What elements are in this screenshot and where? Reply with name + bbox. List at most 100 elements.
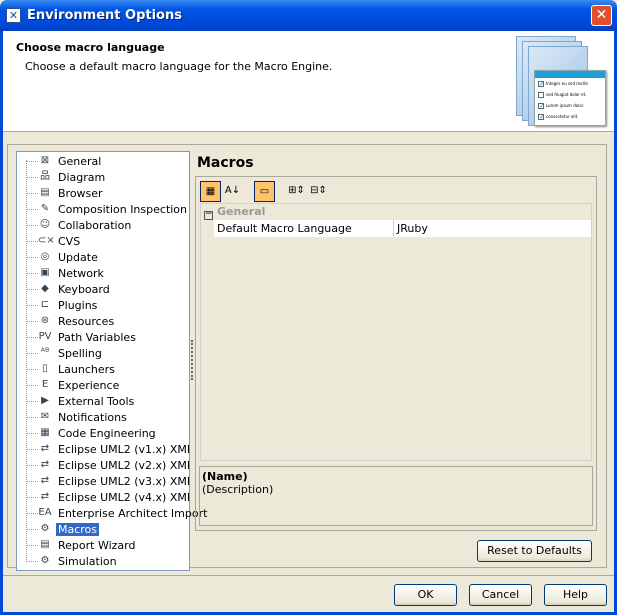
close-button[interactable]: ✕ [591,5,612,26]
tree-connector [26,208,38,210]
resources-icon: ⊛ [40,315,50,326]
simulation-icon: ⚙ [40,555,50,566]
tree-connector [26,256,38,258]
tree-item-label: Composition Inspection [58,202,188,216]
tree-item-collaboration[interactable]: ☺ Collaboration [17,217,133,233]
tree-connector [26,368,38,370]
code-engineering-icon: ▦ [40,427,50,438]
collaboration-icon: ☺ [39,219,51,230]
header-description: Choose a default macro language for the … [25,60,333,73]
update-icon: ◎ [40,251,50,262]
description-text: (Description) [202,483,274,496]
path-variables-icon: PV [38,331,52,342]
tree-item-general[interactable]: ⊠ General [17,153,103,169]
ok-button[interactable]: OK [394,584,457,606]
tree-connector [26,352,38,354]
tree-item-eclipse-uml2-v3-x-xmi[interactable]: ⇄ Eclipse UML2 (v3.x) XMI [17,473,192,489]
tree-item-label: Browser [58,186,103,200]
tree-item-label: General [58,154,102,168]
tree-item-plugins[interactable]: ⊏ Plugins [17,297,99,313]
tree-connector [26,384,38,386]
tree-item-code-engineering[interactable]: ▦ Code Engineering [17,425,158,441]
tree-item-label: Enterprise Architect Import [58,506,208,520]
collapse-all-button[interactable]: ⊟⇕ [308,181,329,202]
diagram-icon: 品 [40,171,50,182]
tree-item-spelling[interactable]: ᴬᴮ Spelling [17,345,104,361]
panel-title: Macros [197,155,254,171]
collapse-icon[interactable]: − [204,210,213,220]
tree-connector [26,224,38,226]
tree-item-label: Experience [58,378,120,392]
tree-connector [26,416,38,418]
tree-connector [26,496,38,498]
tree-item-eclipse-uml2-v4-x-xmi[interactable]: ⇄ Eclipse UML2 (v4.x) XMI [17,489,192,505]
expand-all-button[interactable]: ⊞⇕ [286,181,307,202]
launchers-icon: ▯ [42,363,48,374]
cancel-button[interactable]: Cancel [469,584,532,606]
category-general[interactable]: − General [204,205,265,220]
tree-item-label: Resources [58,314,115,328]
tree-connector [26,160,38,162]
tree-connector [26,432,38,434]
macros-icon: ⚙ [40,523,50,534]
property-row[interactable]: Default Macro Language JRuby [214,220,591,237]
property-value[interactable]: JRuby [394,220,428,237]
options-illustration-icon: ✓ Integer eu sed mollis sed feugiat dolor… [516,36,608,128]
tree-item-notifications[interactable]: ✉ Notifications [17,409,129,425]
header-panel: Choose macro language Choose a default m… [3,31,614,132]
show-description-button[interactable]: ▭ [254,181,275,202]
browser-icon: ▤ [40,187,50,198]
composition-inspection-icon: ✎ [40,203,50,214]
tree-item-launchers[interactable]: ▯ Launchers [17,361,117,377]
splitter-handle[interactable] [191,340,194,380]
divider [3,575,614,576]
tree-item-label: Update [58,250,98,264]
tree-connector [26,192,38,194]
plugins-icon: ⊏ [40,299,50,310]
tree-item-label: Eclipse UML2 (v1.x) XMI [58,442,191,456]
tree-item-experience[interactable]: E Experience [17,377,121,393]
categorized-view-button[interactable]: ▦ [200,181,221,202]
general-icon: ⊠ [40,155,50,166]
tree-item-browser[interactable]: ▤ Browser [17,185,105,201]
tree-item-simulation[interactable]: ⚙ Simulation [17,553,119,569]
experience-icon: E [41,379,49,390]
options-tree[interactable]: ⊠ General 品 Diagram ▤ Browser ✎ Composition Ins… [16,151,207,571]
tree-item-external-tools[interactable]: ▶ External Tools [17,393,136,409]
tree-connector [26,304,38,306]
tree-item-eclipse-uml2-v1-x-xmi[interactable]: ⇄ Eclipse UML2 (v1.x) XMI [17,441,192,457]
tree-connector [26,336,38,338]
tree-item-resources[interactable]: ⊛ Resources [17,313,116,329]
tree-item-path-variables[interactable]: PV Path Variables [17,329,138,345]
tree-item-eclipse-uml2-v2-x-xmi[interactable]: ⇄ Eclipse UML2 (v2.x) XMI [17,457,192,473]
tree-item-label: Keyboard [58,282,110,296]
tree-item-diagram[interactable]: 品 Diagram [17,169,107,185]
tree-connector [26,512,38,514]
notifications-icon: ✉ [40,411,50,422]
property-name: Default Macro Language [214,220,394,237]
tree-item-network[interactable]: ▣ Network [17,265,106,281]
tree-item-report-wizard[interactable]: ▤ Report Wizard [17,537,137,553]
tree-item-label: Macros [56,522,100,536]
tree-item-update[interactable]: ◎ Update [17,249,100,265]
sort-alphabetically-button[interactable]: A↓ [222,181,243,202]
tree-item-label: Eclipse UML2 (v3.x) XMI [58,474,191,488]
header-title: Choose macro language [16,41,165,54]
tree-item-macros[interactable]: ⚙ Macros [17,521,100,537]
tree-item-label: Collaboration [58,218,132,232]
tree-item-label: Eclipse UML2 (v4.x) XMI [58,490,191,504]
tree-item-label: Path Variables [58,330,136,344]
tree-item-enterprise-architect-import[interactable]: EA Enterprise Architect Import [17,505,209,521]
tree-item-cvs[interactable]: ⊂× CVS [17,233,82,249]
tree-item-keyboard[interactable]: ◆ Keyboard [17,281,112,297]
tree-item-label: Diagram [58,170,106,184]
tree-connector [26,288,38,290]
tree-item-label: CVS [58,234,81,248]
app-icon: ✕ [6,8,21,23]
reset-to-defaults-button[interactable]: Reset to Defaults [477,540,592,562]
enterprise-architect-import-icon: EA [38,507,52,518]
help-button[interactable]: Help [544,584,607,606]
keyboard-icon: ◆ [41,283,49,294]
tree-item-composition-inspection[interactable]: ✎ Composition Inspection [17,201,189,217]
title-bar: ✕ Environment Options ✕ [0,0,617,31]
